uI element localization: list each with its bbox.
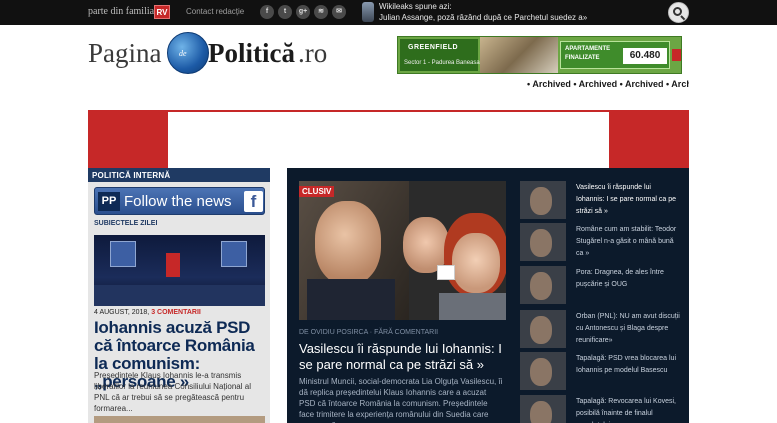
side-list-item[interactable]: Tapalagă: PSD vrea blocarea lui Iohannis… <box>520 352 680 392</box>
featured-headline[interactable]: Vasilescu îi răspunde lui Iohannis: I se… <box>299 341 504 373</box>
article-meta: 4 AUGUST, 2018, 3 COMENTARII <box>94 309 201 316</box>
pp-logo: PP <box>98 192 120 211</box>
facebook-icon[interactable]: f <box>260 5 274 19</box>
side-item-title: Tapalagă: PSD vrea blocarea lui Iohannis… <box>576 355 677 374</box>
subheading: SUBIECTELE ZILEI <box>94 220 158 227</box>
wikileaks-title: Wikileaks spune azi: <box>379 2 452 11</box>
next-article-photo[interactable] <box>94 416 265 423</box>
follow-text: Follow the news <box>124 193 232 210</box>
side-list-item[interactable]: Orban (PNL): NU am avut discuții cu Anto… <box>520 310 680 350</box>
logo-text-politica: Politică <box>208 38 295 68</box>
side-list-item[interactable]: Vasilescu îi răspunde lui Iohannis: I se… <box>520 181 680 221</box>
side-item-title: Române cum am stabilit: Teodor Stugărel … <box>576 226 677 257</box>
article-date: 4 AUGUST, 2018, <box>94 309 150 316</box>
ad-apartments-label: APARTAMENTE FINALIZATE <box>565 46 611 61</box>
ad-arrow-icon <box>672 49 681 61</box>
side-list-item[interactable]: Române cum am stabilit: Teodor Stugărel … <box>520 223 680 263</box>
top-bar: parte din familia RV Contact redacție f … <box>0 0 777 25</box>
email-icon[interactable]: ✉ <box>332 5 346 19</box>
side-list-item[interactable]: Pora: Dragnea, de ales între pușcărie și… <box>520 266 680 306</box>
exclusive-badge: CLUSIV <box>299 186 335 197</box>
featured-photo[interactable]: CLUSIV <box>299 181 506 320</box>
comments-link[interactable]: 3 COMENTARII <box>151 309 201 316</box>
side-item-title: Vasilescu îi răspunde lui Iohannis: I se… <box>576 184 677 215</box>
side-thumb <box>520 223 566 261</box>
greenfield-ad-banner[interactable]: GREENFIELD Sector 1 - Padurea Baneasa AP… <box>397 36 682 74</box>
ad-brand: GREENFIELD <box>408 44 459 51</box>
twitter-icon[interactable]: t <box>278 5 292 19</box>
side-item-title: Orban (PNL): NU am avut discuții cu Anto… <box>576 313 680 344</box>
side-thumb <box>520 181 566 219</box>
side-thumb <box>520 266 566 304</box>
top-ad-frame <box>88 110 689 168</box>
featured-summary: Ministrul Muncii, social-democrata Lia O… <box>299 377 503 423</box>
side-thumb <box>520 395 566 423</box>
ad-photo <box>480 37 558 73</box>
archive-ticker[interactable]: • Archived • Archived • Archived • Archi… <box>527 79 689 91</box>
tv-logo <box>437 265 455 280</box>
google-plus-icon[interactable]: g+ <box>296 5 310 19</box>
left-article-summary: Președintele Klaus Iohannis le-a transmi… <box>94 371 251 413</box>
contact-link[interactable]: Contact redacție <box>186 7 244 16</box>
family-label: parte din familia <box>88 6 155 17</box>
follow-the-news-button[interactable]: PP Follow the news f <box>94 187 265 215</box>
globe-icon <box>167 32 209 74</box>
facebook-icon: f <box>244 191 263 212</box>
logo-text-de: de <box>179 49 187 58</box>
side-list-item[interactable]: Tapalagă: Revocarea lui Kovesi, posibilă… <box>520 395 680 423</box>
rv-logo[interactable]: RV <box>154 5 170 19</box>
logo-text-pagina: Pagina <box>88 38 162 68</box>
rss-icon[interactable]: ≋ <box>314 5 328 19</box>
left-article-photo[interactable] <box>94 235 265 306</box>
search-button[interactable] <box>668 2 689 23</box>
section-title[interactable]: POLITICĂ INTERNĂ <box>92 171 170 180</box>
wikileaks-avatar <box>362 2 374 22</box>
side-thumb <box>520 310 566 348</box>
wikileaks-link[interactable]: Julian Assange, poză râzând după ce Parc… <box>379 13 587 22</box>
logo-text-ro: .ro <box>298 38 328 68</box>
ad-slot[interactable] <box>168 112 609 168</box>
side-item-title: Tapalagă: Revocarea lui Kovesi, posibilă… <box>576 398 677 423</box>
side-item-title: Pora: Dragnea, de ales între pușcărie și… <box>576 269 664 288</box>
side-thumb <box>520 352 566 390</box>
ad-price: 60.480 <box>623 48 667 64</box>
featured-byline: DE OVIDIU POSIRCA · FĂRĂ COMENTARII <box>299 329 439 336</box>
ad-location: Sector 1 - Padurea Baneasa <box>404 60 480 66</box>
